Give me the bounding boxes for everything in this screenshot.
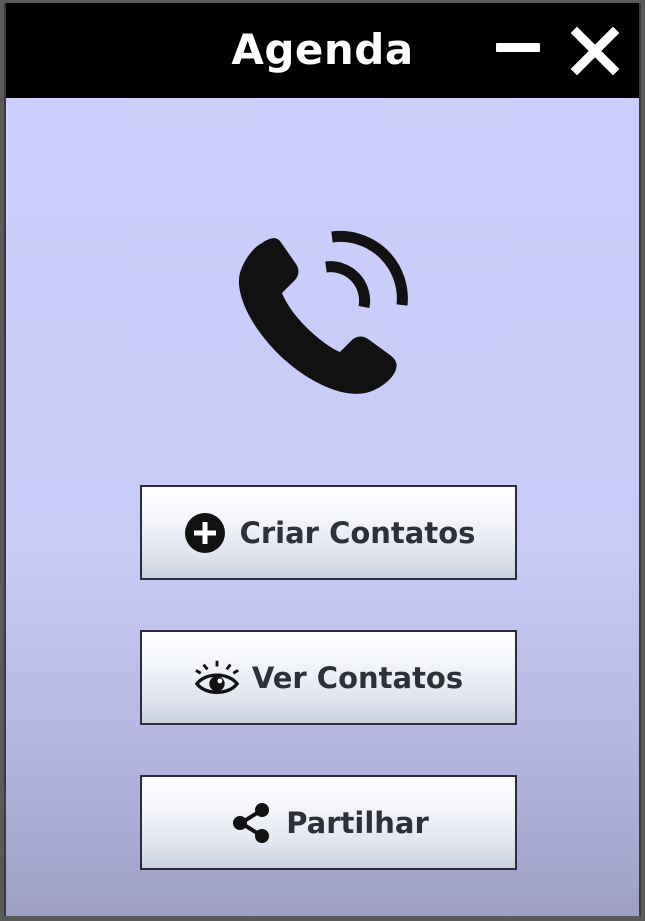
app-window: Agenda Criar Contatos Ver Contatos Parti…	[4, 3, 641, 916]
eye-icon	[194, 655, 240, 701]
close-icon	[570, 26, 620, 76]
phone-icon	[234, 215, 419, 400]
share-button[interactable]: Partilhar	[140, 775, 517, 870]
close-button[interactable]	[570, 26, 620, 76]
create-contacts-label: Criar Contatos	[239, 515, 476, 550]
plus-circle-icon	[182, 510, 228, 556]
create-contacts-button[interactable]: Criar Contatos	[140, 485, 517, 580]
minimize-icon	[496, 43, 540, 52]
minimize-button[interactable]	[496, 41, 542, 53]
view-contacts-button[interactable]: Ver Contatos	[140, 630, 517, 725]
view-contacts-label: Ver Contatos	[251, 660, 464, 695]
title-bar: Agenda	[6, 3, 639, 98]
share-icon	[228, 800, 274, 846]
window-title: Agenda	[231, 25, 414, 74]
share-label: Partilhar	[286, 805, 429, 840]
